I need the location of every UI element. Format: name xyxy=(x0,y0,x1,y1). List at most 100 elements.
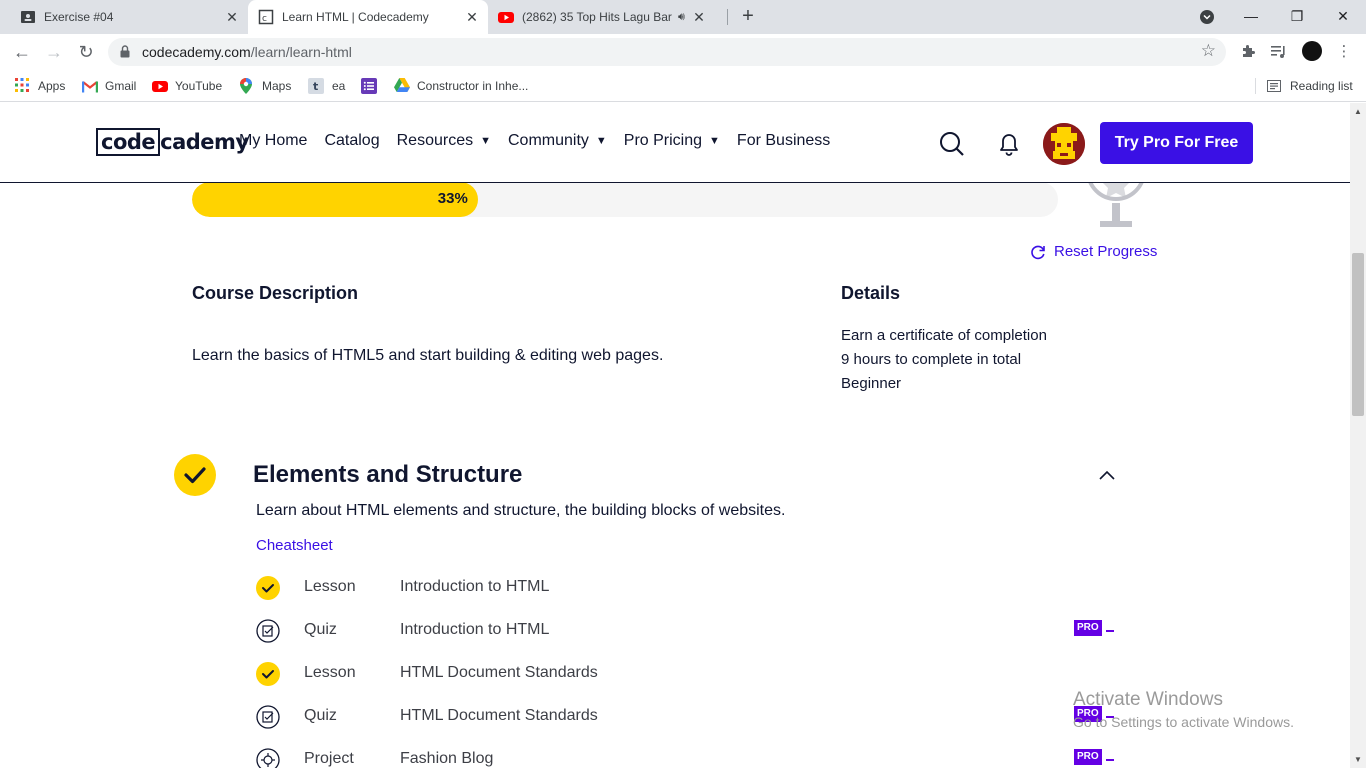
tab-youtube[interactable]: (2862) 35 Top Hits Lagu Barat 🔊︎ ✕ xyxy=(488,0,726,34)
bookmark-maps[interactable]: Maps xyxy=(239,76,291,96)
tumblr-icon: t xyxy=(308,78,324,94)
watermark-subtitle: Go to Settings to activate Windows. xyxy=(1073,714,1294,730)
bookmarks-bar: Apps Gmail YouTube Maps t ea Constructor… xyxy=(0,70,1366,102)
tab-codecademy[interactable]: c Learn HTML | Codecademy ✕ xyxy=(248,0,488,34)
page-viewport: code cademy My Home Catalog Resources ▼ Co… xyxy=(0,103,1350,768)
reset-progress-link[interactable]: Reset Progress xyxy=(1030,243,1157,260)
module-item[interactable]: Quiz HTML Document Standards PRO xyxy=(256,704,1116,730)
address-bar[interactable]: codecademy.com/learn/learn-html ☆ xyxy=(108,38,1226,66)
complete-check-icon xyxy=(256,576,280,600)
caret-down-icon: ▼ xyxy=(480,135,491,147)
scroll-up-arrow-icon[interactable]: ▲ xyxy=(1354,107,1362,116)
detail-item: 9 hours to complete in total xyxy=(841,351,1022,368)
module-item[interactable]: Quiz Introduction to HTML PRO xyxy=(256,618,1116,644)
tab-exercise[interactable]: Exercise #04 ✕ xyxy=(0,0,248,34)
item-name: Introduction to HTML xyxy=(400,621,550,638)
nav-resources[interactable]: Resources ▼ xyxy=(397,132,491,150)
item-type: Quiz xyxy=(304,621,337,638)
nav-community[interactable]: Community ▼ xyxy=(508,132,607,150)
minimize-button[interactable]: — xyxy=(1228,0,1274,34)
scroll-down-arrow-icon[interactable]: ▼ xyxy=(1354,755,1362,764)
close-tab-icon[interactable]: ✕ xyxy=(464,9,480,26)
bookmark-constructor[interactable]: Constructor in Inhe... xyxy=(394,76,528,96)
module-item[interactable]: Lesson Introduction to HTML xyxy=(256,575,1116,601)
reading-list-label: Reading list xyxy=(1290,79,1353,93)
cheatsheet-link[interactable]: Cheatsheet xyxy=(256,537,333,554)
browser-toolbar: ← → ↻ codecademy.com/learn/learn-html ☆ … xyxy=(0,34,1366,70)
bookmark-ea[interactable]: ea xyxy=(332,76,345,96)
bookmark-youtube[interactable]: YouTube xyxy=(152,76,222,96)
reload-button[interactable]: ↻ xyxy=(74,40,98,64)
item-type: Lesson xyxy=(304,664,356,681)
complete-check-icon xyxy=(256,662,280,686)
user-avatar[interactable] xyxy=(1043,123,1085,165)
module-description: Learn about HTML elements and structure,… xyxy=(256,502,786,519)
bookmark-label: YouTube xyxy=(175,79,223,93)
nav-pro-pricing[interactable]: Pro Pricing ▼ xyxy=(624,132,720,150)
caret-down-icon: ▼ xyxy=(709,135,720,147)
nav-for-business[interactable]: For Business xyxy=(737,132,830,150)
bookmark-tumblr[interactable]: t xyxy=(308,76,331,96)
bookmarks-separator xyxy=(1255,78,1256,94)
url-text: codecademy.com/learn/learn-html xyxy=(142,44,352,60)
close-window-button[interactable]: ✕ xyxy=(1320,0,1366,34)
tab-search-icon[interactable] xyxy=(1184,0,1230,34)
tab-title: Learn HTML | Codecademy xyxy=(282,10,429,24)
extensions-icon[interactable] xyxy=(1238,42,1258,62)
course-description-heading: Course Description xyxy=(192,283,359,303)
pro-badge-underline xyxy=(1106,759,1114,761)
module-title: Elements and Structure xyxy=(253,461,523,488)
nav-my-home[interactable]: My Home xyxy=(239,132,307,150)
new-tab-button[interactable]: + xyxy=(738,5,758,29)
item-name: Fashion Blog xyxy=(400,750,494,767)
restore-button[interactable]: ❐ xyxy=(1274,0,1320,34)
windows-activation-watermark: Activate Windows Go to Settings to activ… xyxy=(1073,689,1294,730)
nav-catalog[interactable]: Catalog xyxy=(324,132,379,150)
bookmark-forms[interactable] xyxy=(361,76,384,96)
codecademy-logo[interactable]: code cademy xyxy=(96,127,249,157)
forward-button[interactable]: → xyxy=(42,40,66,64)
details-heading: Details xyxy=(841,283,901,303)
tab-title: (2862) 35 Top Hits Lagu Barat xyxy=(522,10,672,24)
apps-grid-icon xyxy=(15,78,31,94)
item-name: Introduction to HTML xyxy=(400,578,550,595)
media-control-icon[interactable] xyxy=(1269,42,1289,62)
notification-bell-icon[interactable] xyxy=(996,131,1022,157)
close-tab-icon[interactable]: ✕ xyxy=(224,9,240,26)
svg-text:c: c xyxy=(262,14,267,24)
scrollbar-thumb[interactable] xyxy=(1352,253,1364,416)
site-header: code cademy My Home Catalog Resources ▼ Co… xyxy=(0,103,1350,183)
bookmark-gmail[interactable]: Gmail xyxy=(82,76,136,96)
bookmark-apps[interactable]: Apps xyxy=(15,76,65,96)
audio-playing-icon[interactable]: 🔊︎ xyxy=(678,11,685,24)
bookmark-label: Gmail xyxy=(105,79,137,93)
back-button[interactable]: ← xyxy=(10,40,34,64)
tab-strip: Exercise #04 ✕ c Learn HTML | Codecademy… xyxy=(0,0,1366,34)
item-type: Lesson xyxy=(304,578,356,595)
module-item[interactable]: Lesson HTML Document Standards xyxy=(256,661,1116,687)
progress-fill xyxy=(192,182,478,217)
main-nav: My Home Catalog Resources ▼ Community ▼ Pr… xyxy=(239,132,847,150)
bookmark-star-icon[interactable]: ☆ xyxy=(1201,41,1216,61)
browser-profile-avatar[interactable] xyxy=(1302,41,1322,61)
more-menu-icon[interactable]: ⋮ xyxy=(1334,42,1354,62)
logo-code: code xyxy=(96,128,161,156)
reading-list-icon xyxy=(1267,78,1283,94)
module-complete-check-icon xyxy=(174,454,216,496)
item-name: HTML Document Standards xyxy=(400,664,598,681)
tab-title: Exercise #04 xyxy=(44,10,114,24)
pro-badge-underline xyxy=(1106,630,1114,632)
reading-list-button[interactable]: Reading list xyxy=(1267,76,1353,96)
forms-icon xyxy=(361,78,377,94)
quiz-icon xyxy=(256,705,280,729)
module-item[interactable]: Project Fashion Blog PRO xyxy=(256,747,1116,768)
chevron-up-icon[interactable] xyxy=(1098,469,1116,481)
page-scrollbar[interactable]: ▲ ▼ xyxy=(1350,103,1366,768)
tab-separator xyxy=(727,9,728,25)
try-pro-button[interactable]: Try Pro For Free xyxy=(1100,122,1253,164)
close-tab-icon[interactable]: ✕ xyxy=(691,9,707,26)
search-icon[interactable] xyxy=(939,131,965,157)
drive-icon xyxy=(394,78,410,94)
watermark-title: Activate Windows xyxy=(1073,689,1223,710)
youtube-icon xyxy=(498,9,514,25)
